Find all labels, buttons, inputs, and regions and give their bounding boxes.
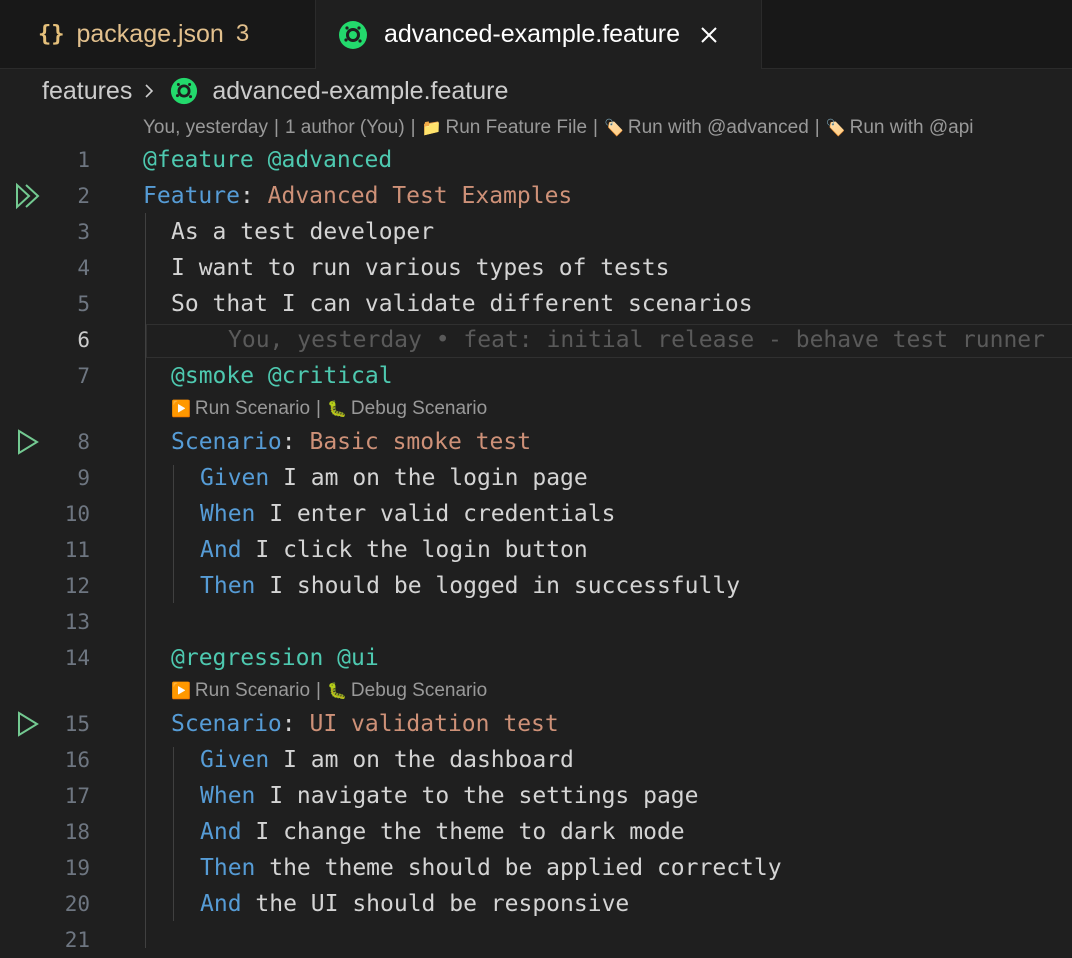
code-line: 1 @feature @advanced (0, 142, 1072, 178)
code-line: 9 Given I am on the login page (0, 460, 1072, 496)
play-icon: ▶️ (171, 683, 191, 700)
description-text: I want to run various types of tests (171, 255, 670, 281)
tag-text: @feature @advanced (143, 147, 393, 173)
scenario-keyword: Scenario (171, 711, 282, 737)
line-number: 2 (77, 184, 90, 208)
tab-label: advanced-example.feature (384, 20, 681, 48)
line-number: 3 (77, 220, 90, 244)
description-text: As a test developer (171, 219, 435, 245)
run-scenario-link[interactable]: Run Scenario (195, 680, 310, 702)
code-line: 17 When I navigate to the settings page (0, 778, 1072, 814)
codelens-author[interactable]: You, yesterday (143, 117, 268, 139)
play-icon: ▶️ (171, 401, 191, 418)
line-number: 4 (77, 256, 90, 280)
step-text: And the UI should be responsive (200, 891, 630, 917)
step-text: Then I should be logged in successfully (200, 573, 741, 599)
code-line: 7 @smoke @critical (0, 358, 1072, 394)
debug-scenario-link[interactable]: Debug Scenario (351, 398, 487, 420)
tab-bar: {} package.json 3 advanced-example.featu… (0, 0, 1072, 69)
line-number: 13 (64, 610, 90, 634)
code-editor[interactable]: You, yesterday | 1 author (You) | 📁 Run … (0, 112, 1072, 952)
bug-icon: 🐛 (326, 401, 347, 418)
line-number: 10 (64, 502, 90, 526)
step-text: And I click the login button (200, 537, 588, 563)
codelens-scenario: ▶️ Run Scenario | 🐛 Debug Scenario (171, 398, 488, 420)
debug-scenario-link[interactable]: Debug Scenario (351, 680, 487, 702)
code-line: 19 Then the theme should be applied corr… (0, 850, 1072, 886)
feature-keyword: Feature (143, 183, 240, 209)
line-number: 17 (64, 784, 90, 808)
cucumber-icon (171, 77, 198, 105)
run-with-api-link[interactable]: Run with @api (850, 117, 974, 139)
run-scenario-link[interactable]: Run Scenario (195, 398, 310, 420)
git-blame-annotation: You, yesterday • feat: initial release -… (228, 327, 1045, 353)
codelens-scenario: ▶️ Run Scenario | 🐛 Debug Scenario (171, 680, 488, 702)
code-line: 4 I want to run various types of tests (0, 250, 1072, 286)
line-number: 20 (64, 892, 90, 916)
code-line: 8 Scenario: Basic smoke test (0, 424, 1072, 460)
cucumber-icon (339, 20, 367, 49)
line-number: 8 (77, 430, 90, 454)
run-with-advanced-link[interactable]: Run with @advanced (628, 117, 809, 139)
code-line: 2 Feature: Advanced Test Examples (0, 178, 1072, 214)
chevron-right-icon (145, 84, 154, 98)
line-number: 11 (64, 538, 90, 562)
code-line: 16 Given I am on the dashboard (0, 742, 1072, 778)
code-line: 21 (0, 922, 1072, 958)
code-line: 3 As a test developer (0, 214, 1072, 250)
step-text: Then the theme should be applied correct… (200, 855, 782, 881)
breadcrumb-file[interactable]: advanced-example.feature (212, 77, 508, 106)
feature-title: Advanced Test Examples (267, 183, 573, 209)
tab-advanced-example-feature[interactable]: advanced-example.feature (316, 0, 762, 69)
breadcrumb: features advanced-example.feature (42, 74, 508, 108)
codelens-header: You, yesterday | 1 author (You) | 📁 Run … (143, 117, 974, 139)
code-line: 6 You, yesterday • feat: initial release… (0, 322, 1072, 358)
step-text: Given I am on the login page (200, 465, 588, 491)
tag-icon: 🏷️ (603, 120, 624, 137)
code-line: 5 So that I can validate different scena… (0, 286, 1072, 322)
run-feature-file-link[interactable]: Run Feature File (446, 117, 588, 139)
line-number: 21 (64, 928, 90, 952)
tab-label: package.json (76, 19, 224, 48)
code-line: 15 Scenario: UI validation test (0, 706, 1072, 742)
line-number: 16 (64, 748, 90, 772)
code-line: 13 (0, 604, 1072, 640)
description-text: So that I can validate different scenari… (171, 291, 753, 317)
scenario-keyword: Scenario (171, 429, 282, 455)
line-number: 12 (64, 574, 90, 598)
close-icon[interactable] (698, 24, 720, 46)
folder-icon: 📁 (421, 120, 442, 137)
line-number: 19 (64, 856, 90, 880)
scenario-title: UI validation test (309, 711, 559, 737)
line-number: 6 (77, 328, 90, 352)
tab-package-json[interactable]: {} package.json 3 (10, 0, 316, 68)
code-line: 10 When I enter valid credentials (0, 496, 1072, 532)
line-number: 1 (77, 148, 90, 172)
line-number: 18 (64, 820, 90, 844)
code-line: 14 @regression @ui (0, 640, 1072, 676)
codelens-authors[interactable]: 1 author (You) (285, 117, 405, 139)
step-text: When I navigate to the settings page (200, 783, 699, 809)
code-line: 18 And I change the theme to dark mode (0, 814, 1072, 850)
step-text: When I enter valid credentials (200, 501, 616, 527)
line-number: 9 (77, 466, 90, 490)
line-number: 15 (64, 712, 90, 736)
line-number: 7 (77, 364, 90, 388)
step-text: Given I am on the dashboard (200, 747, 574, 773)
problem-count-badge: 3 (235, 20, 250, 47)
line-number: 5 (77, 292, 90, 316)
code-line: 12 Then I should be logged in successful… (0, 568, 1072, 604)
tag-icon: 🏷️ (825, 120, 846, 137)
step-text: And I change the theme to dark mode (200, 819, 685, 845)
scenario-title: Basic smoke test (309, 429, 532, 455)
braces-icon: {} (38, 21, 65, 47)
breadcrumb-folder[interactable]: features (42, 77, 132, 106)
code-line: 20 And the UI should be responsive (0, 886, 1072, 922)
code-line: 11 And I click the login button (0, 532, 1072, 568)
line-number: 14 (64, 646, 90, 670)
tag-text: @regression @ui (171, 645, 379, 671)
tag-text: @smoke @critical (171, 363, 393, 389)
bug-icon: 🐛 (326, 683, 347, 700)
